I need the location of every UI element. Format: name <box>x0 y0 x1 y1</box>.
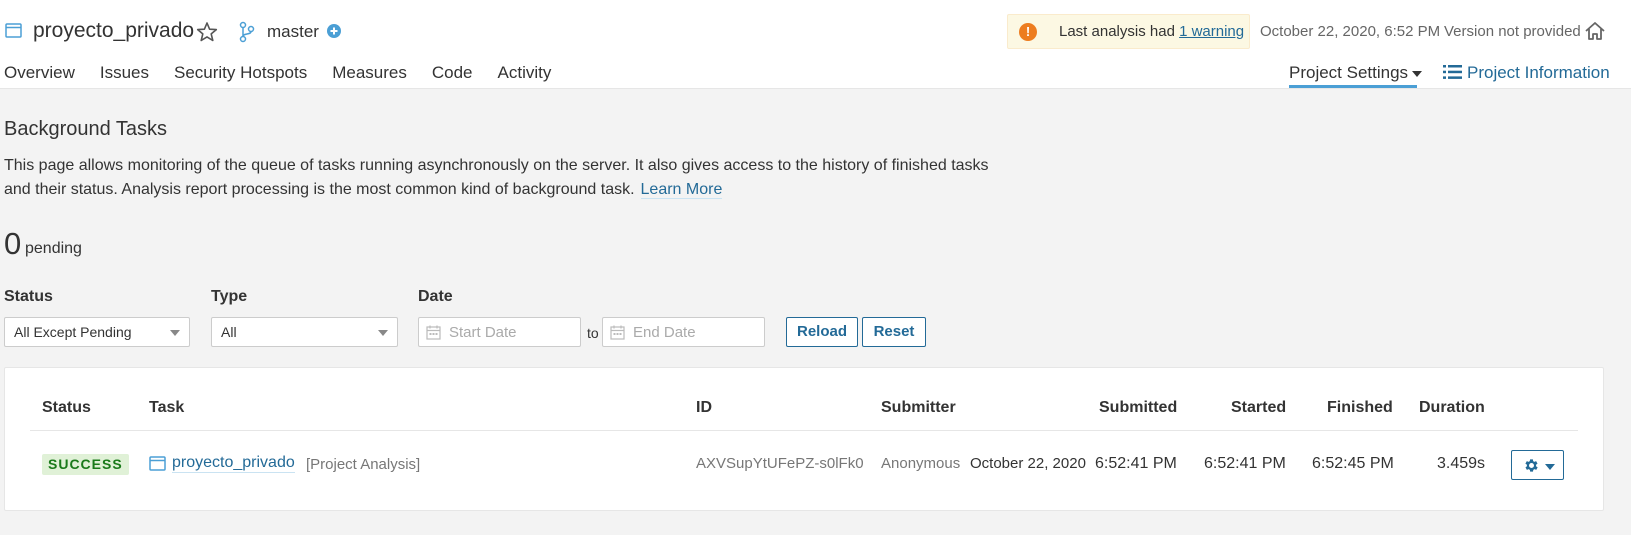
type-select[interactable]: All <box>211 317 398 347</box>
end-date-placeholder: End Date <box>633 324 696 341</box>
calendar-icon <box>426 325 441 340</box>
analysis-date: October 22, 2020, 6:52 PM <box>1260 23 1441 40</box>
analysis-warning-banner: ! Last analysis had 1 warning <box>1007 14 1250 49</box>
task-actions-button[interactable] <box>1511 450 1564 480</box>
status-select[interactable]: All Except Pending <box>4 317 190 347</box>
column-header-submitter: Submitter <box>881 399 956 416</box>
tasks-table-panel <box>4 367 1604 511</box>
warning-link[interactable]: 1 warning <box>1179 23 1244 40</box>
type-select-value: All <box>221 324 237 340</box>
warning-text: Last analysis had 1 warning <box>1059 23 1244 40</box>
branch-name[interactable]: master <box>267 22 319 42</box>
calendar-icon <box>610 325 625 340</box>
date-range-separator: to <box>587 325 599 341</box>
reload-button[interactable]: Reload <box>786 317 858 347</box>
branch-icon <box>239 21 255 43</box>
start-date-input[interactable]: Start Date <box>418 317 581 347</box>
warning-icon: ! <box>1019 23 1037 41</box>
project-settings-label: Project Settings <box>1289 63 1409 82</box>
tab-activity[interactable]: Activity <box>498 63 552 83</box>
tab-security-hotspots[interactable]: Security Hotspots <box>174 63 307 83</box>
task-submitter: Anonymous <box>881 455 961 472</box>
column-header-id: ID <box>696 399 712 416</box>
task-submitted-date: October 22, 2020 <box>970 455 1086 472</box>
list-icon[interactable] <box>1443 64 1462 80</box>
project-settings-menu[interactable]: Project Settings <box>1289 63 1423 83</box>
chevron-down-icon <box>170 330 180 336</box>
column-header-started: Started <box>1231 399 1287 416</box>
column-header-task: Task <box>149 399 185 416</box>
task-submitted-time: 6:52:41 PM <box>1095 455 1177 472</box>
task-project-link[interactable]: proyecto_privado <box>172 454 295 473</box>
gear-icon <box>1525 459 1538 472</box>
project-header: proyecto_privado master ! Last analysis … <box>0 0 1631 89</box>
type-filter-label: Type <box>211 288 248 305</box>
description-text: This page allows monitoring of the queue… <box>4 157 989 198</box>
tab-issues[interactable]: Issues <box>100 63 149 83</box>
warning-message: Last analysis had <box>1059 23 1180 40</box>
project-information-link[interactable]: Project Information <box>1467 63 1610 83</box>
chevron-down-icon <box>1545 464 1555 470</box>
date-filter-label: Date <box>418 288 453 305</box>
tab-overview[interactable]: Overview <box>4 63 75 83</box>
table-header-divider <box>30 430 1578 431</box>
version-label: Version not provided <box>1444 23 1581 40</box>
task-id: AXVSupYtUFePZ-s0lFk0 <box>696 455 864 472</box>
page-title: Background Tasks <box>4 118 168 140</box>
plus-circle-icon[interactable] <box>327 24 341 38</box>
project-icon <box>5 23 22 38</box>
end-date-input[interactable]: End Date <box>602 317 765 347</box>
task-started: 6:52:41 PM <box>1204 455 1286 472</box>
tab-code[interactable]: Code <box>432 63 473 83</box>
star-icon[interactable] <box>196 21 218 43</box>
column-header-submitted: Submitted <box>1099 399 1178 416</box>
column-header-status: Status <box>42 399 91 416</box>
learn-more-link[interactable]: Learn More <box>640 181 723 199</box>
task-finished: 6:52:45 PM <box>1312 455 1394 472</box>
chevron-down-icon <box>1412 70 1423 77</box>
home-icon[interactable] <box>1584 20 1606 42</box>
project-nav: Overview Issues Security Hotspots Measur… <box>4 63 576 83</box>
project-name[interactable]: proyecto_privado <box>33 19 194 43</box>
reset-button[interactable]: Reset <box>862 317 926 347</box>
status-badge: SUCCESS <box>42 454 129 475</box>
start-date-placeholder: Start Date <box>449 324 517 341</box>
active-tab-underline <box>1289 85 1417 88</box>
task-duration: 3.459s <box>1437 455 1486 472</box>
column-header-finished: Finished <box>1327 399 1393 416</box>
status-filter-label: Status <box>4 288 53 305</box>
project-icon <box>149 456 166 471</box>
status-select-value: All Except Pending <box>14 324 132 340</box>
chevron-down-icon <box>378 330 388 336</box>
tab-measures[interactable]: Measures <box>332 63 407 83</box>
pending-label: pending <box>25 240 82 257</box>
page-description: This page allows monitoring of the queue… <box>4 154 994 202</box>
task-type: [Project Analysis] <box>306 456 421 473</box>
pending-count: 0 <box>4 226 22 261</box>
column-header-duration: Duration <box>1419 399 1485 416</box>
